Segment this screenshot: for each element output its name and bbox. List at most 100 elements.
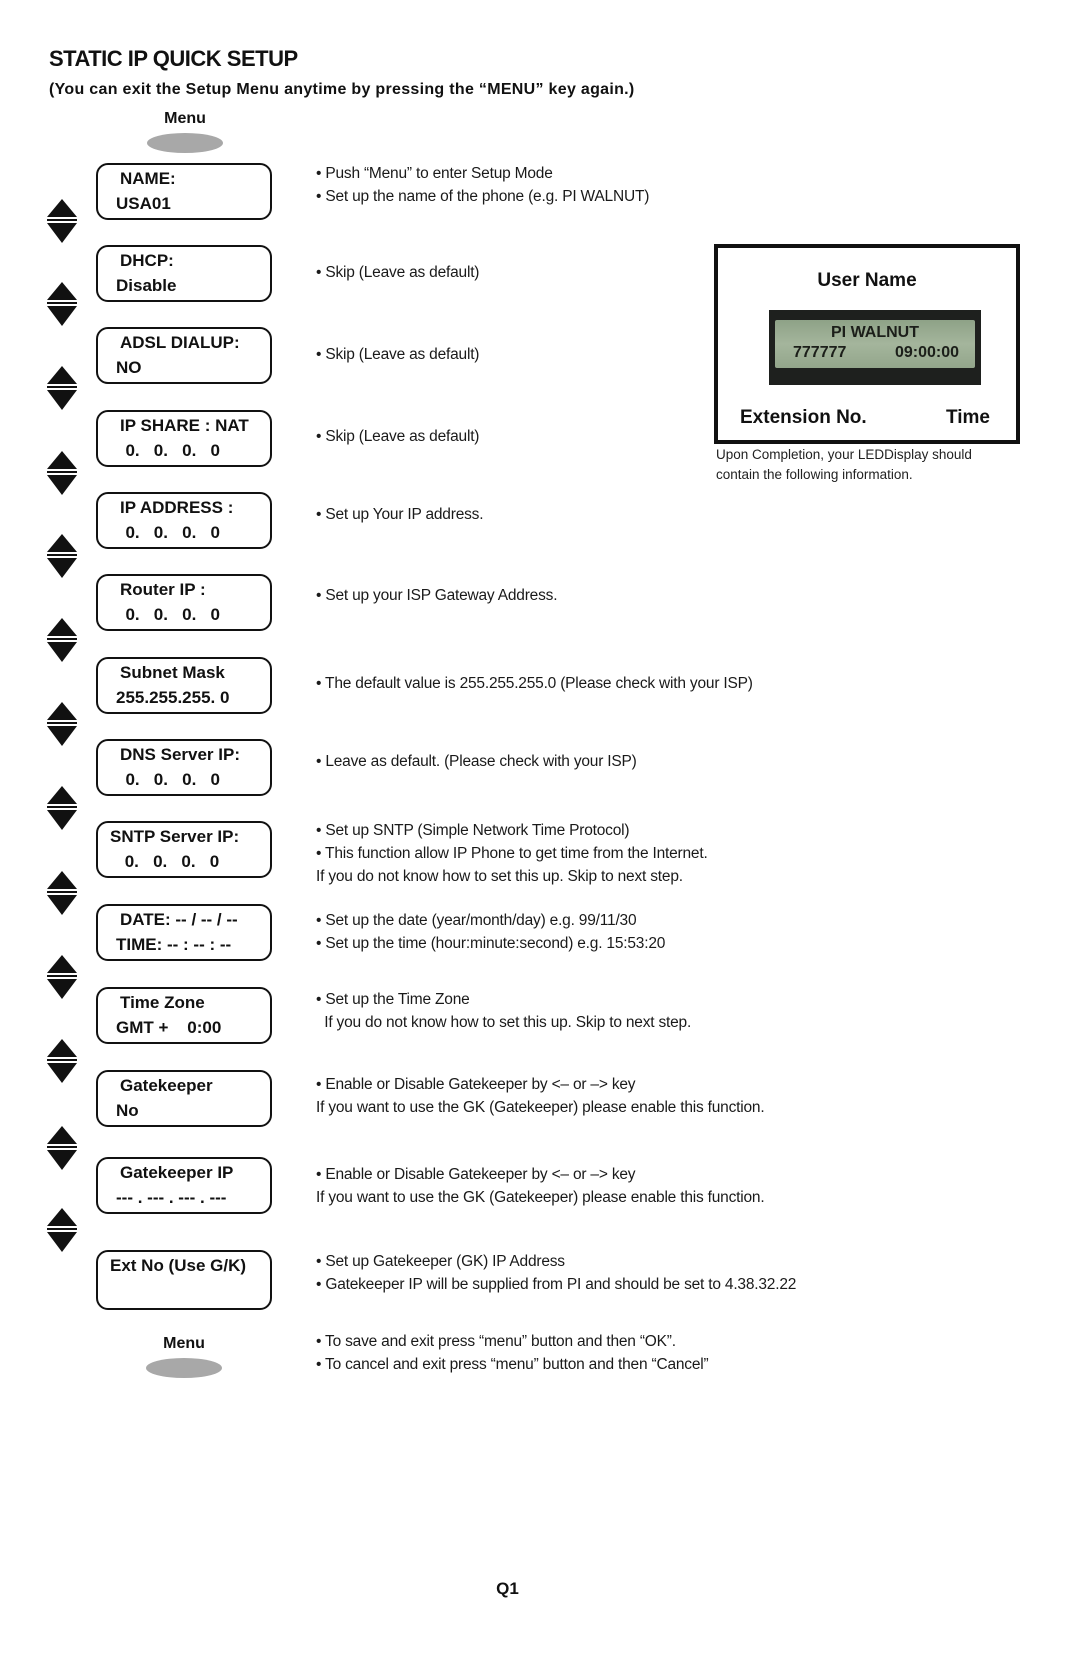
menu-label-bottom: Menu: [163, 1335, 205, 1352]
up-down-arrow-icon[interactable]: [46, 701, 78, 747]
setup-step-display: IP ADDRESS : 0. 0. 0. 0: [96, 492, 272, 549]
up-down-arrow-icon[interactable]: [46, 617, 78, 663]
up-down-arrow-icon[interactable]: [46, 1038, 78, 1084]
step-description: • Set up the date (year/month/day) e.g. …: [316, 909, 665, 955]
setup-step-display: NAME: USA01: [96, 163, 272, 220]
description-line: • Skip (Leave as default): [316, 428, 480, 445]
description-line: • This function allow IP Phone to get ti…: [316, 845, 708, 862]
up-down-arrow-icon[interactable]: [46, 281, 78, 327]
caption-line: Upon Completion, your LEDDisplay should: [716, 447, 972, 462]
step-field-label: ADSL DIALUP:: [120, 333, 240, 352]
setup-step-display: DATE: -- / -- / -- TIME: -- : -- : --: [96, 904, 272, 961]
lcd-user-name: PI WALNUT: [831, 324, 919, 341]
led-display-diagram: User Name PI WALNUT 777777 09:00:00 Exte…: [714, 244, 1020, 444]
setup-step-display: DNS Server IP: 0. 0. 0. 0: [96, 739, 272, 796]
step-field-label: DNS Server IP:: [120, 745, 240, 764]
step-field-label: SNTP Server IP:: [110, 827, 240, 846]
page-title: STATIC IP QUICK SETUP: [49, 46, 298, 71]
step-description: • Skip (Leave as default): [316, 425, 479, 448]
description-line: • Set up the name of the phone (e.g. PI …: [316, 188, 650, 205]
description-line: • The default value is 255.255.255.0 (Pl…: [316, 675, 753, 692]
step-field-label: Subnet Mask: [120, 663, 225, 682]
description-line: • Set up Gatekeeper (GK) IP Address: [316, 1253, 565, 1270]
step-field-value: TIME: -- : -- : --: [116, 935, 232, 954]
menu-button-top[interactable]: [147, 133, 223, 153]
step-description: • Set up the Time Zone If you do not kno…: [316, 988, 691, 1034]
step-field-value: 0. 0. 0. 0: [116, 441, 220, 460]
step-description: • Enable or Disable Gatekeeper by <– or …: [316, 1163, 765, 1209]
step-field-value: --- . --- . --- . ---: [116, 1188, 227, 1207]
menu-button-bottom[interactable]: [146, 1358, 222, 1378]
final-description: • To save and exit press “menu” button a…: [316, 1330, 709, 1376]
page-subtitle: (You can exit the Setup Menu anytime by …: [49, 81, 635, 98]
setup-step-display: SNTP Server IP: 0. 0. 0. 0: [96, 821, 272, 878]
step-field-value: 255.255.255. 0: [116, 688, 230, 707]
step-field-label: DHCP:: [120, 251, 174, 270]
step-field-value: No: [116, 1101, 139, 1120]
user-name-label: User Name: [817, 270, 917, 291]
step-description: • Leave as default. (Please check with y…: [316, 750, 637, 773]
step-description: • Set up Gatekeeper (GK) IP Address • Gat…: [316, 1250, 796, 1296]
step-field-value: Disable: [116, 276, 177, 295]
up-down-arrow-icon[interactable]: [46, 365, 78, 411]
up-down-arrow-icon[interactable]: [46, 954, 78, 1000]
description-line: • Skip (Leave as default): [316, 264, 480, 281]
setup-step-display: Gatekeeper No: [96, 1070, 272, 1127]
step-field-value: GMT + 0:00: [116, 1018, 222, 1037]
menu-label-top: Menu: [164, 110, 206, 127]
step-description: • Skip (Leave as default): [316, 343, 479, 366]
step-description: • The default value is 255.255.255.0 (Pl…: [316, 672, 753, 695]
description-line: If you want to use the GK (Gatekeeper) p…: [316, 1189, 765, 1206]
setup-step-display: Router IP : 0. 0. 0. 0: [96, 574, 272, 631]
description-line: • Set up the Time Zone: [316, 991, 470, 1008]
up-down-arrow-icon[interactable]: [46, 1207, 78, 1253]
step-field-value: 0. 0. 0. 0: [116, 523, 220, 542]
step-field-label: DATE: -- / -- / --: [120, 910, 238, 929]
step-field-label: Time Zone: [120, 993, 205, 1012]
step-field-label: NAME:: [120, 169, 176, 188]
up-down-arrow-icon[interactable]: [46, 870, 78, 916]
setup-step-display: Time Zone GMT + 0:00: [96, 987, 272, 1044]
description-line: If you do not know how to set this up. S…: [316, 1014, 692, 1031]
time-label: Time: [945, 407, 990, 428]
step-description: • Push “Menu” to enter Setup Mode • Set u…: [316, 162, 649, 208]
description-line: • Skip (Leave as default): [316, 346, 480, 363]
description-line: If you want to use the GK (Gatekeeper) p…: [316, 1099, 765, 1116]
step-field-label: IP ADDRESS :: [120, 498, 234, 517]
description-line: • Enable or Disable Gatekeeper by <– or …: [316, 1166, 636, 1183]
up-down-arrow-icon[interactable]: [46, 450, 78, 496]
up-down-arrow-icon[interactable]: [46, 533, 78, 579]
step-field-label: Gatekeeper IP: [120, 1163, 234, 1182]
setup-step-display: Gatekeeper IP --- . --- . --- . ---: [96, 1157, 272, 1214]
display-caption: Upon Completion, your LEDDisplay should …: [716, 445, 972, 485]
step-field-label: Ext No (Use G/K): [110, 1256, 247, 1275]
step-field-value: 0. 0. 0. 0: [116, 605, 220, 624]
caption-line: contain the following information.: [716, 467, 913, 482]
description-line: • Set up the date (year/month/day) e.g. …: [316, 912, 637, 929]
description-line: • To cancel and exit press “menu” button…: [316, 1356, 709, 1373]
up-down-arrow-icon[interactable]: [46, 785, 78, 831]
step-field-value: USA01: [116, 194, 171, 213]
step-field-label: Gatekeeper: [120, 1076, 213, 1095]
setup-step-display: Ext No (Use G/K): [96, 1250, 272, 1310]
step-description: • Set up SNTP (Simple Network Time Proto…: [316, 819, 708, 888]
up-down-arrow-icon[interactable]: [46, 198, 78, 244]
up-down-arrow-icon[interactable]: [46, 1125, 78, 1171]
page-number: Q1: [496, 1579, 519, 1598]
step-field-label: IP SHARE : NAT: [120, 416, 249, 435]
description-line: • Enable or Disable Gatekeeper by <– or …: [316, 1076, 636, 1093]
description-line: • Leave as default. (Please check with y…: [316, 753, 637, 770]
description-line: • Set up SNTP (Simple Network Time Proto…: [316, 822, 630, 839]
step-description: • Skip (Leave as default): [316, 261, 479, 284]
step-description: • Set up Your IP address.: [316, 503, 484, 526]
description-line: • Set up Your IP address.: [316, 506, 484, 523]
description-line: • Set up the time (hour:minute:second) e…: [316, 935, 666, 952]
setup-step-display: DHCP: Disable: [96, 245, 272, 302]
description-line: If you do not know how to set this up. S…: [316, 868, 683, 885]
step-field-label: Router IP :: [120, 580, 206, 599]
extension-label: Extension No.: [740, 407, 867, 428]
lcd-time: 09:00:00: [894, 344, 959, 361]
setup-step-display: Subnet Mask 255.255.255. 0: [96, 657, 272, 714]
step-field-value: 0. 0. 0. 0: [120, 852, 220, 871]
description-line: • To save and exit press “menu” button a…: [316, 1333, 676, 1350]
